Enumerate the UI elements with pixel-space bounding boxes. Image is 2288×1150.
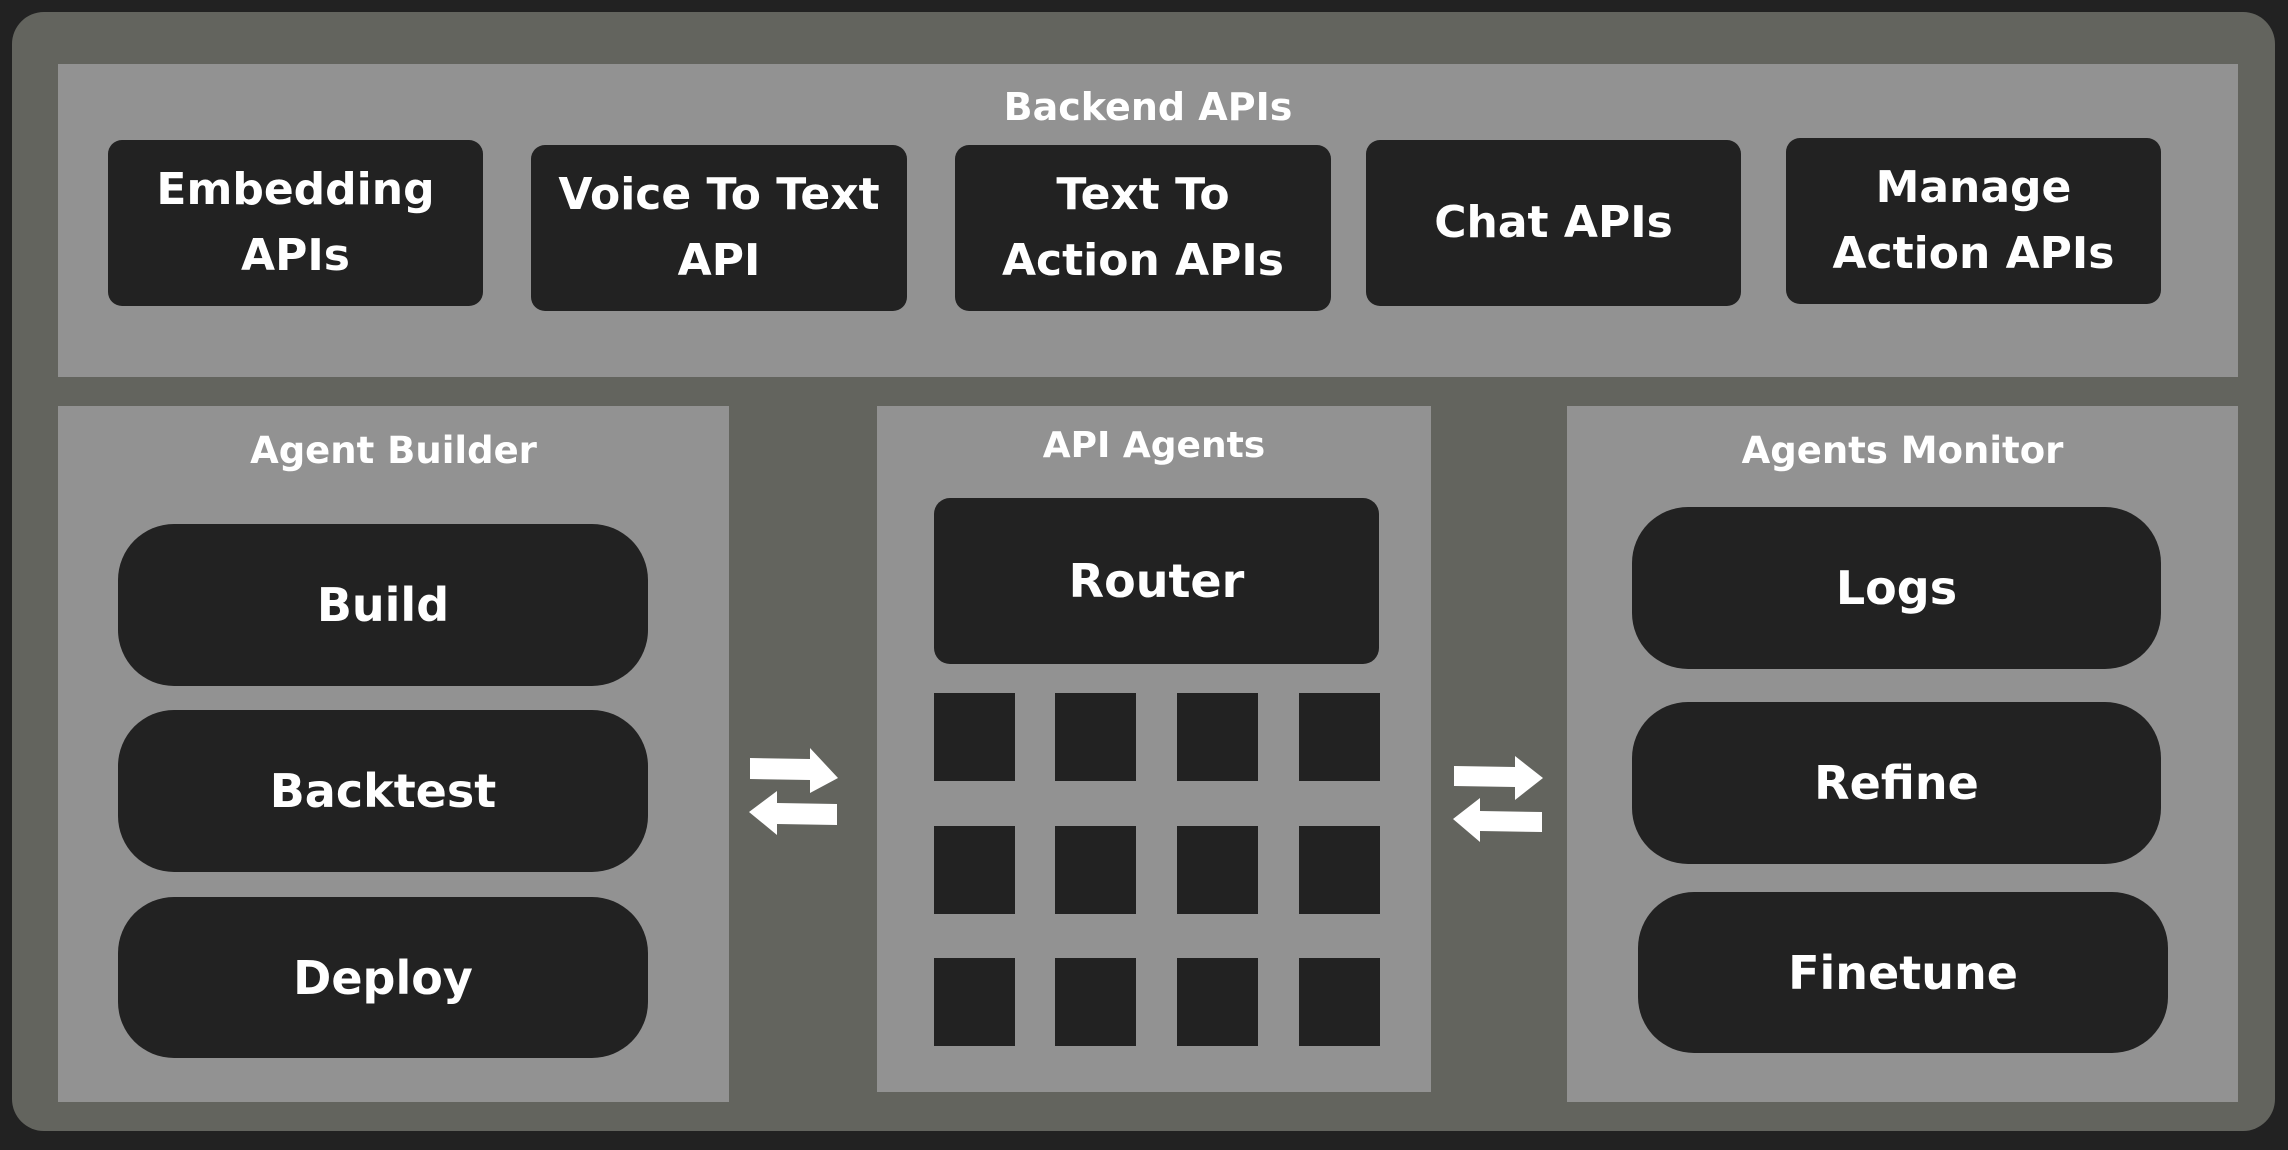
bidirectional-arrows-icon bbox=[749, 748, 838, 835]
agent-cell bbox=[1177, 693, 1258, 781]
arrow-right-icon bbox=[750, 748, 838, 793]
voice-to-text-api-box: Voice To Text API bbox=[531, 145, 907, 311]
embedding-apis-box: Embedding APIs bbox=[108, 140, 483, 306]
finetune-box: Finetune bbox=[1638, 892, 2168, 1053]
agent-cell bbox=[1055, 958, 1136, 1046]
agent-cell bbox=[1299, 826, 1380, 914]
agent-cell bbox=[934, 958, 1015, 1046]
deploy-box: Deploy bbox=[118, 897, 648, 1058]
agent-cell bbox=[934, 826, 1015, 914]
text-to-action-apis-box: Text To Action APIs bbox=[955, 145, 1331, 311]
backtest-box: Backtest bbox=[118, 710, 648, 872]
bidirectional-arrows-icon bbox=[1453, 756, 1543, 842]
arrow-left-icon bbox=[1453, 798, 1542, 842]
api-agents-title: API Agents bbox=[1042, 425, 1266, 466]
arrow-right-icon bbox=[1454, 756, 1543, 800]
backend-apis-title: Backend APIs bbox=[1003, 85, 1293, 129]
agent-cell bbox=[1177, 826, 1258, 914]
router-box: Router bbox=[934, 498, 1379, 664]
agent-cell bbox=[1055, 693, 1136, 781]
chat-apis-box: Chat APIs bbox=[1366, 140, 1741, 306]
agents-monitor-title: Agents Monitor bbox=[1741, 429, 2064, 472]
agent-cell bbox=[1177, 958, 1258, 1046]
refine-box: Refine bbox=[1632, 702, 2161, 864]
build-box: Build bbox=[118, 524, 648, 686]
logs-box: Logs bbox=[1632, 507, 2161, 669]
agent-cell bbox=[1299, 958, 1380, 1046]
agent-cell bbox=[934, 693, 1015, 781]
arrow-left-icon bbox=[749, 791, 837, 835]
agent-builder-title: Agent Builder bbox=[250, 429, 537, 472]
agent-cell bbox=[1055, 826, 1136, 914]
agent-cell bbox=[1299, 693, 1380, 781]
manage-action-apis-box: Manage Action APIs bbox=[1786, 138, 2161, 304]
